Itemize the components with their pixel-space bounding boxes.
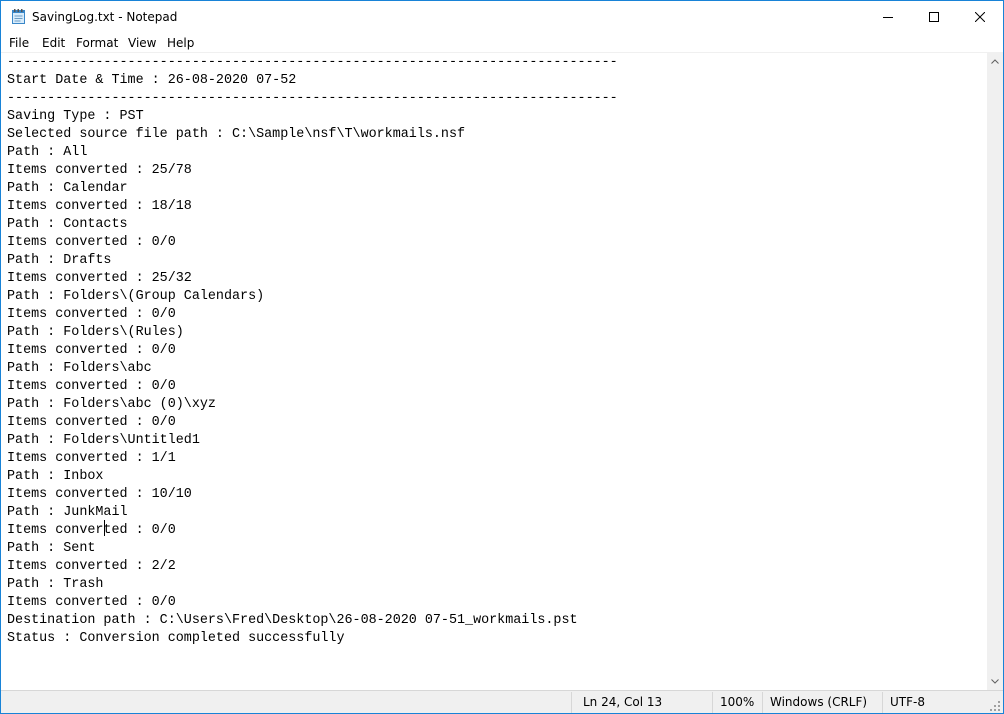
text-line: Path : Inbox <box>7 469 104 484</box>
text-line: Path : All <box>7 145 88 160</box>
window-title: SavingLog.txt - Notepad <box>32 10 178 24</box>
text-line: Items converted : 0/0 <box>7 523 176 538</box>
text-line: Items converted : 0/0 <box>7 415 176 430</box>
text-line: Path : Folders\abc (0)\xyz <box>7 397 216 412</box>
menu-edit[interactable]: Edit <box>42 35 65 51</box>
text-line: Items converted : 18/18 <box>7 199 192 214</box>
chevron-down-icon <box>991 679 999 684</box>
text-editor[interactable]: ----------------------------------------… <box>1 53 987 690</box>
chevron-up-icon <box>991 59 999 64</box>
text-line: Items converted : 0/0 <box>7 307 176 322</box>
text-line: Items converted : 2/2 <box>7 559 176 574</box>
menu-file[interactable]: File <box>9 35 29 51</box>
text-line: Path : Trash <box>7 577 104 592</box>
text-line: Items converted : 10/10 <box>7 487 192 502</box>
text-line: Path : Folders\(Group Calendars) <box>7 289 265 304</box>
text-line: ----------------------------------------… <box>7 55 618 70</box>
vertical-scrollbar[interactable] <box>987 53 1003 690</box>
text-line: Path : Contacts <box>7 217 128 232</box>
text-line: Status : Conversion completed successful… <box>7 631 345 646</box>
text-line: Start Date & Time : 26-08-2020 07-52 <box>7 73 297 88</box>
maximize-button[interactable] <box>911 1 957 32</box>
cursor-position: Ln 24, Col 13 <box>583 695 663 709</box>
zoom-level: 100% <box>720 695 755 709</box>
minimize-icon <box>883 16 893 18</box>
text-line: Items converted : 0/0 <box>7 595 176 610</box>
text-line: Items converted : 0/0 <box>7 343 176 358</box>
text-line: Selected source file path : C:\Sample\ns… <box>7 127 466 142</box>
encoding: UTF-8 <box>890 695 925 709</box>
notepad-icon <box>12 9 25 24</box>
text-line: Path : Sent <box>7 541 96 556</box>
status-bar: Ln 24, Col 13 100% Windows (CRLF) UTF-8 <box>1 690 1003 713</box>
text-caret <box>104 520 105 536</box>
menu-help[interactable]: Help <box>167 35 194 51</box>
maximize-icon <box>929 11 939 22</box>
text-line: Path : Folders\Untitled1 <box>7 433 200 448</box>
text-line: Path : Folders\abc <box>7 361 152 376</box>
status-divider <box>882 692 883 713</box>
text-line: Items converted : 25/32 <box>7 271 192 286</box>
text-line: Items converted : 0/0 <box>7 235 176 250</box>
close-icon <box>975 11 985 22</box>
line-ending: Windows (CRLF) <box>770 695 868 709</box>
text-line: Destination path : C:\Users\Fred\Desktop… <box>7 613 578 628</box>
status-divider <box>571 692 572 713</box>
text-line: Saving Type : PST <box>7 109 144 124</box>
menu-bar: File Edit Format View Help <box>1 32 1003 53</box>
notepad-window: SavingLog.txt - Notepad File Edit Format… <box>0 0 1004 714</box>
text-line: Items converted : 0/0 <box>7 379 176 394</box>
text-line: Path : Calendar <box>7 181 128 196</box>
text-line: Items converted : 1/1 <box>7 451 176 466</box>
text-line: Items converted : 25/78 <box>7 163 192 178</box>
text-line: Path : JunkMail <box>7 505 128 520</box>
text-line: Path : Drafts <box>7 253 112 268</box>
status-divider <box>762 692 763 713</box>
title-bar[interactable]: SavingLog.txt - Notepad <box>1 1 1003 32</box>
status-divider <box>712 692 713 713</box>
resize-grip-icon[interactable] <box>989 699 1001 711</box>
scroll-up-button[interactable] <box>987 53 1003 70</box>
scroll-down-button[interactable] <box>987 673 1003 690</box>
menu-view[interactable]: View <box>128 35 156 51</box>
text-line: ----------------------------------------… <box>7 91 618 106</box>
minimize-button[interactable] <box>865 1 911 32</box>
close-button[interactable] <box>957 1 1003 32</box>
text-line: Path : Folders\(Rules) <box>7 325 184 340</box>
menu-format[interactable]: Format <box>76 35 118 51</box>
